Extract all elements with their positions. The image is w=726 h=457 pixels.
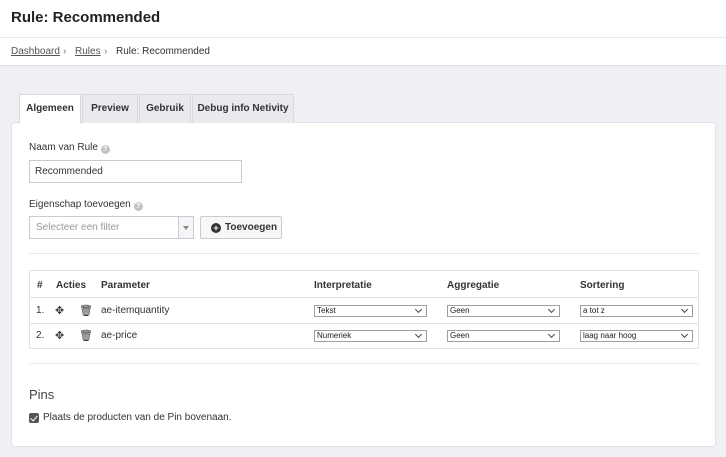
tab-gebruik[interactable]: Gebruik bbox=[139, 94, 191, 123]
sortering-value: laag naar hoog bbox=[583, 331, 637, 340]
tab-preview[interactable]: Preview bbox=[82, 94, 138, 123]
top-header: Rule: Recommended bbox=[0, 0, 726, 38]
row-divider bbox=[30, 323, 698, 324]
row-number: 2. bbox=[36, 330, 45, 341]
chevron-down-icon bbox=[680, 305, 689, 314]
aggregatie-select[interactable]: Geen bbox=[447, 305, 560, 317]
rule-name-input[interactable]: Recommended bbox=[29, 160, 242, 183]
help-icon[interactable]: ? bbox=[133, 202, 143, 211]
interpretatie-select[interactable]: Numeriek bbox=[314, 330, 427, 342]
rule-name-label-text: Naam van Rule bbox=[29, 142, 98, 153]
interpretatie-value: Tekst bbox=[317, 306, 336, 315]
tab-debug-info[interactable]: Debug info Netivity bbox=[192, 94, 294, 123]
chevron-down-icon bbox=[414, 305, 423, 314]
breadcrumb-dashboard-link[interactable]: Dashboard bbox=[11, 46, 60, 57]
column-header-interpretatie: Interpretatie bbox=[314, 280, 372, 291]
plus-circle-icon: + bbox=[211, 223, 221, 233]
column-header-acties: Acties bbox=[56, 280, 87, 291]
parameter-table: # Acties Parameter Interpretatie Aggrega… bbox=[29, 270, 699, 349]
chevron-down-icon[interactable] bbox=[178, 217, 193, 238]
breadcrumb-current: Rule: Recommended bbox=[116, 46, 210, 57]
pin-top-checkbox[interactable] bbox=[29, 413, 39, 423]
interpretatie-value: Numeriek bbox=[317, 331, 352, 340]
chevron-down-icon bbox=[547, 305, 556, 314]
rule-name-label: Naam van Rule? bbox=[29, 142, 110, 154]
move-arrows-icon[interactable]: ✥ bbox=[55, 329, 64, 342]
column-header-sortering: Sortering bbox=[580, 280, 625, 291]
divider bbox=[29, 253, 699, 254]
sortering-value: a tot z bbox=[583, 306, 605, 315]
breadcrumb: Dashboard › Rules › Rule: Recommended bbox=[0, 38, 726, 66]
row-divider bbox=[30, 297, 698, 298]
tab-algemeen[interactable]: Algemeen bbox=[19, 94, 81, 124]
chevron-down-icon bbox=[414, 330, 423, 339]
interpretatie-select[interactable]: Tekst bbox=[314, 305, 427, 317]
column-header-parameter: Parameter bbox=[101, 280, 150, 291]
sortering-select[interactable]: a tot z bbox=[580, 305, 693, 317]
pin-top-checkbox-label[interactable]: Plaats de producten van de Pin bovenaan. bbox=[43, 412, 231, 423]
trash-icon[interactable]: 🗑 bbox=[79, 304, 93, 317]
aggregatie-value: Geen bbox=[450, 331, 470, 340]
filter-select-placeholder: Selecteer een filter bbox=[36, 222, 120, 233]
move-arrows-icon[interactable]: ✥ bbox=[55, 304, 64, 317]
filter-select[interactable]: Selecteer een filter bbox=[29, 216, 194, 239]
aggregatie-value: Geen bbox=[450, 306, 470, 315]
breadcrumb-rules-link[interactable]: Rules bbox=[75, 46, 101, 57]
add-property-label-text: Eigenschap toevoegen bbox=[29, 199, 131, 210]
page-title: Rule: Recommended bbox=[11, 9, 161, 26]
parameter-name: ae-price bbox=[101, 330, 138, 341]
divider bbox=[29, 363, 699, 364]
chevron-down-icon bbox=[680, 330, 689, 339]
add-property-button[interactable]: + Toevoegen bbox=[200, 216, 282, 239]
aggregatie-select[interactable]: Geen bbox=[447, 330, 560, 342]
breadcrumb-separator: › bbox=[104, 46, 108, 57]
parameter-name: ae-itemquantity bbox=[101, 305, 170, 316]
help-icon[interactable]: ? bbox=[100, 145, 110, 154]
row-number: 1. bbox=[36, 305, 45, 316]
trash-icon[interactable]: 🗑 bbox=[79, 329, 93, 342]
breadcrumb-separator: › bbox=[63, 46, 67, 57]
column-header-number: # bbox=[37, 280, 43, 291]
add-property-label: Eigenschap toevoegen? bbox=[29, 199, 143, 211]
chevron-down-icon bbox=[547, 330, 556, 339]
pins-section-title: Pins bbox=[29, 387, 55, 402]
add-property-button-label: Toevoegen bbox=[225, 222, 278, 233]
sortering-select[interactable]: laag naar hoog bbox=[580, 330, 693, 342]
column-header-aggregatie: Aggregatie bbox=[447, 280, 500, 291]
